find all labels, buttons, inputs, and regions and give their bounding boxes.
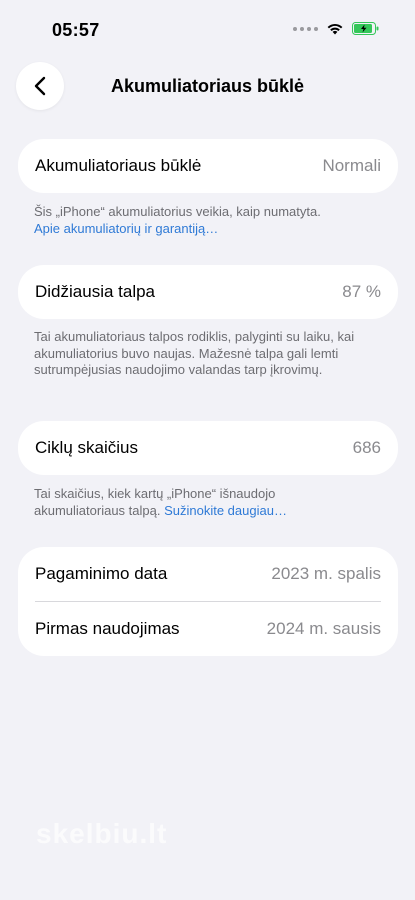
status-icons [293,22,379,35]
navigation-bar: Akumuliatoriaus būklė [0,62,415,110]
learn-more-link[interactable]: Sužinokite daugiau… [164,503,287,518]
manufacture-date-label: Pagaminimo data [35,564,168,583]
max-capacity-value: 87 % [342,282,381,301]
max-capacity-note: Tai akumuliatoriaus talpos rodiklis, pal… [34,329,355,377]
first-use-row: Pirmas naudojimas 2024 m. sausis [18,602,398,656]
cycle-count-row: Ciklų skaičius 686 [18,421,398,475]
watermark: skelbiu.lt [36,818,168,849]
battery-health-label: Akumuliatoriaus būklė [35,156,202,175]
battery-health-note: Šis „iPhone“ akumuliatorius veikia, kaip… [34,204,379,237]
status-bar: 05:57 [0,0,415,58]
cycle-count-note: Tai skaičius, kiek kartų „iPhone“ išnaud… [34,486,334,519]
page-title: Akumuliatoriaus būklė [110,76,305,96]
battery-health-note-text: Šis „iPhone“ akumuliatorius veikia, kaip… [34,204,321,219]
battery-health-value: Normali [322,156,381,175]
battery-health-card: Akumuliatoriaus būklė Normali [18,139,398,193]
max-capacity-card: Didžiausia talpa 87 % [18,265,398,319]
max-capacity-row: Didžiausia talpa 87 % [18,265,398,319]
status-time: 05:57 [52,20,100,40]
battery-health-row: Akumuliatoriaus būklė Normali [18,139,398,193]
cycle-count-value: 686 [352,438,381,457]
manufacture-date-value: 2023 m. spalis [271,564,381,583]
battery-warranty-link[interactable]: Apie akumuliatorių ir garantiją… [34,221,218,236]
cellular-signal-icon [293,26,318,31]
first-use-label: Pirmas naudojimas [35,619,180,638]
wifi-icon [327,23,343,35]
dates-card: Pagaminimo data 2023 m. spalis Pirmas na… [18,547,398,656]
first-use-value: 2024 m. sausis [266,619,381,638]
cycle-count-card: Ciklų skaičius 686 [18,421,398,475]
manufacture-date-row: Pagaminimo data 2023 m. spalis [18,547,398,601]
cycle-count-label: Ciklų skaičius [35,438,138,457]
battery-charging-icon [352,22,379,35]
max-capacity-label: Didžiausia talpa [35,282,156,301]
